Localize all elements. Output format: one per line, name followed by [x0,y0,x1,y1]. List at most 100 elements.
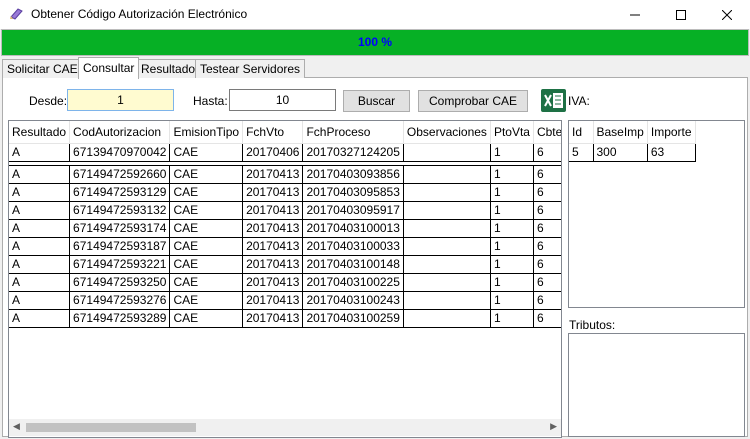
excel-export-button[interactable] [541,89,566,112]
progress-text: 100 % [357,35,393,49]
cell-observaciones [403,273,491,292]
cell-codautorizacion: 67149472593187 [69,237,171,256]
cell-codautorizacion: 67149472593174 [69,219,171,238]
results-grid[interactable]: Resultado CodAutorizacion EmisionTipo Fc… [8,120,562,438]
cell-fchproceso: 20170403100259 [302,309,404,328]
col-fchvto[interactable]: FchVto [242,121,304,144]
iva-body: 5 300 63 [569,143,696,162]
cell-ptovta: 1 [490,219,534,238]
iva-header-row: Id BaseImp Importe [569,121,696,144]
cell-codautorizacion: 67149472593129 [69,183,171,202]
cell-fchproceso: 20170403095917 [302,201,404,220]
cell-fchvto: 20170413 [242,183,304,202]
table-row[interactable]: A 67149472593174 CAE 20170413 2017040310… [9,219,561,238]
table-row[interactable]: A 67149472593250 CAE 20170413 2017040310… [9,273,561,292]
cell-fchvto: 20170413 [242,255,304,274]
cell-emisiontipo: CAE [169,255,244,274]
cell-observaciones [403,219,491,238]
maximize-button[interactable] [658,0,704,29]
desde-field[interactable]: 1 [67,89,174,111]
table-row[interactable]: A 67149472593129 CAE 20170413 2017040309… [9,183,561,202]
table-row[interactable]: A 67149472593221 CAE 20170413 2017040310… [9,255,561,274]
col-resultado[interactable]: Resultado [9,121,71,144]
table-row[interactable]: A 67149472593289 CAE 20170413 2017040310… [9,309,561,328]
cell-resultado: A [9,183,71,202]
tab-strip: Solicitar CAE Consultar Resultado Testea… [2,57,748,79]
cell-fchvto: 20170413 [242,219,304,238]
cell-codautorizacion: 67149472593276 [69,291,171,310]
col-cbtetipo[interactable]: CbteTipo [533,121,561,144]
cell-resultado: A [9,255,71,274]
cell-cbtetipo: 6 [533,309,561,328]
hasta-label: Hasta: [193,94,228,108]
tab-resultado[interactable]: Resultado [136,59,201,78]
cell-fchproceso: 20170403100243 [302,291,404,310]
tab-consultar[interactable]: Consultar [78,57,140,79]
col-id[interactable]: Id [569,121,594,144]
iva-table: Id BaseImp Importe 5 300 63 [569,121,696,162]
cell-codautorizacion: 67149472593221 [69,255,171,274]
cell-emisiontipo: CAE [169,273,244,292]
cell-cbtetipo: 6 [533,219,561,238]
cell-emisiontipo: CAE [169,165,244,184]
cell-codautorizacion: 67149472592660 [69,165,171,184]
tab-solicitar-cae[interactable]: Solicitar CAE [2,59,83,78]
cell-codautorizacion: 67149472593250 [69,273,171,292]
col-fchproceso[interactable]: FchProceso [302,121,404,144]
close-button[interactable] [704,0,750,29]
table-row[interactable]: 5 300 63 [569,143,696,162]
cell-observaciones [403,291,491,310]
col-observaciones[interactable]: Observaciones [403,121,491,144]
cell-cbtetipo: 6 [533,143,561,162]
desde-label: Desde: [29,94,68,108]
results-header-row: Resultado CodAutorizacion EmisionTipo Fc… [9,121,561,144]
cell-fchproceso: 20170403100033 [302,237,404,256]
tributos-grid[interactable] [568,333,745,437]
tab-testear-servidores[interactable]: Testear Servidores [195,59,306,78]
tributos-label: Tributos: [569,318,616,332]
table-row[interactable]: A 67149472593276 CAE 20170413 2017040310… [9,291,561,310]
cell-importe: 63 [647,143,696,162]
app-icon [10,8,23,20]
scroll-left-icon[interactable]: ◀ [13,421,20,432]
col-baseimp[interactable]: BaseImp [593,121,648,144]
cell-cbtetipo: 6 [533,255,561,274]
cell-emisiontipo: CAE [169,143,244,162]
cell-fchproceso: 20170327124205 [302,143,404,162]
maximize-icon [676,9,686,20]
cell-emisiontipo: CAE [169,309,244,328]
table-row[interactable]: A 67149472592660 CAE 20170413 2017040309… [9,165,561,184]
table-row[interactable]: A 67139470970042 CAE 20170406 2017032712… [9,143,561,162]
col-codautorizacion[interactable]: CodAutorizacion [69,121,171,144]
cell-resultado: A [9,201,71,220]
cell-ptovta: 1 [490,143,534,162]
cell-resultado: A [9,273,71,292]
horizontal-scrollbar[interactable]: ◀ ▶ [9,419,561,436]
cell-id: 5 [569,143,594,162]
scrollbar-thumb[interactable] [26,423,196,432]
minimize-button[interactable] [612,0,658,29]
cell-cbtetipo: 6 [533,201,561,220]
cell-emisiontipo: CAE [169,237,244,256]
cell-emisiontipo: CAE [169,183,244,202]
excel-icon [542,90,565,111]
cell-fchvto: 20170413 [242,201,304,220]
cell-fchvto: 20170413 [242,165,304,184]
col-emisiontipo[interactable]: EmisionTipo [169,121,244,144]
hasta-field[interactable]: 10 [229,89,336,111]
cell-resultado: A [9,291,71,310]
comprobar-cae-button[interactable]: Comprobar CAE [418,90,528,112]
cell-fchvto: 20170413 [242,237,304,256]
buscar-button[interactable]: Buscar [343,90,410,112]
table-row[interactable]: A 67149472593187 CAE 20170413 2017040310… [9,237,561,256]
cell-emisiontipo: CAE [169,201,244,220]
cell-resultado: A [9,143,71,162]
scroll-right-icon[interactable]: ▶ [550,421,557,432]
iva-grid[interactable]: Id BaseImp Importe 5 300 63 [568,120,745,308]
col-importe[interactable]: Importe [647,121,696,144]
table-row[interactable]: A 67149472593132 CAE 20170413 2017040309… [9,201,561,220]
cell-observaciones [403,237,491,256]
iva-label: IVA: [568,94,590,108]
cell-ptovta: 1 [490,183,534,202]
col-ptovta[interactable]: PtoVta [490,121,534,144]
